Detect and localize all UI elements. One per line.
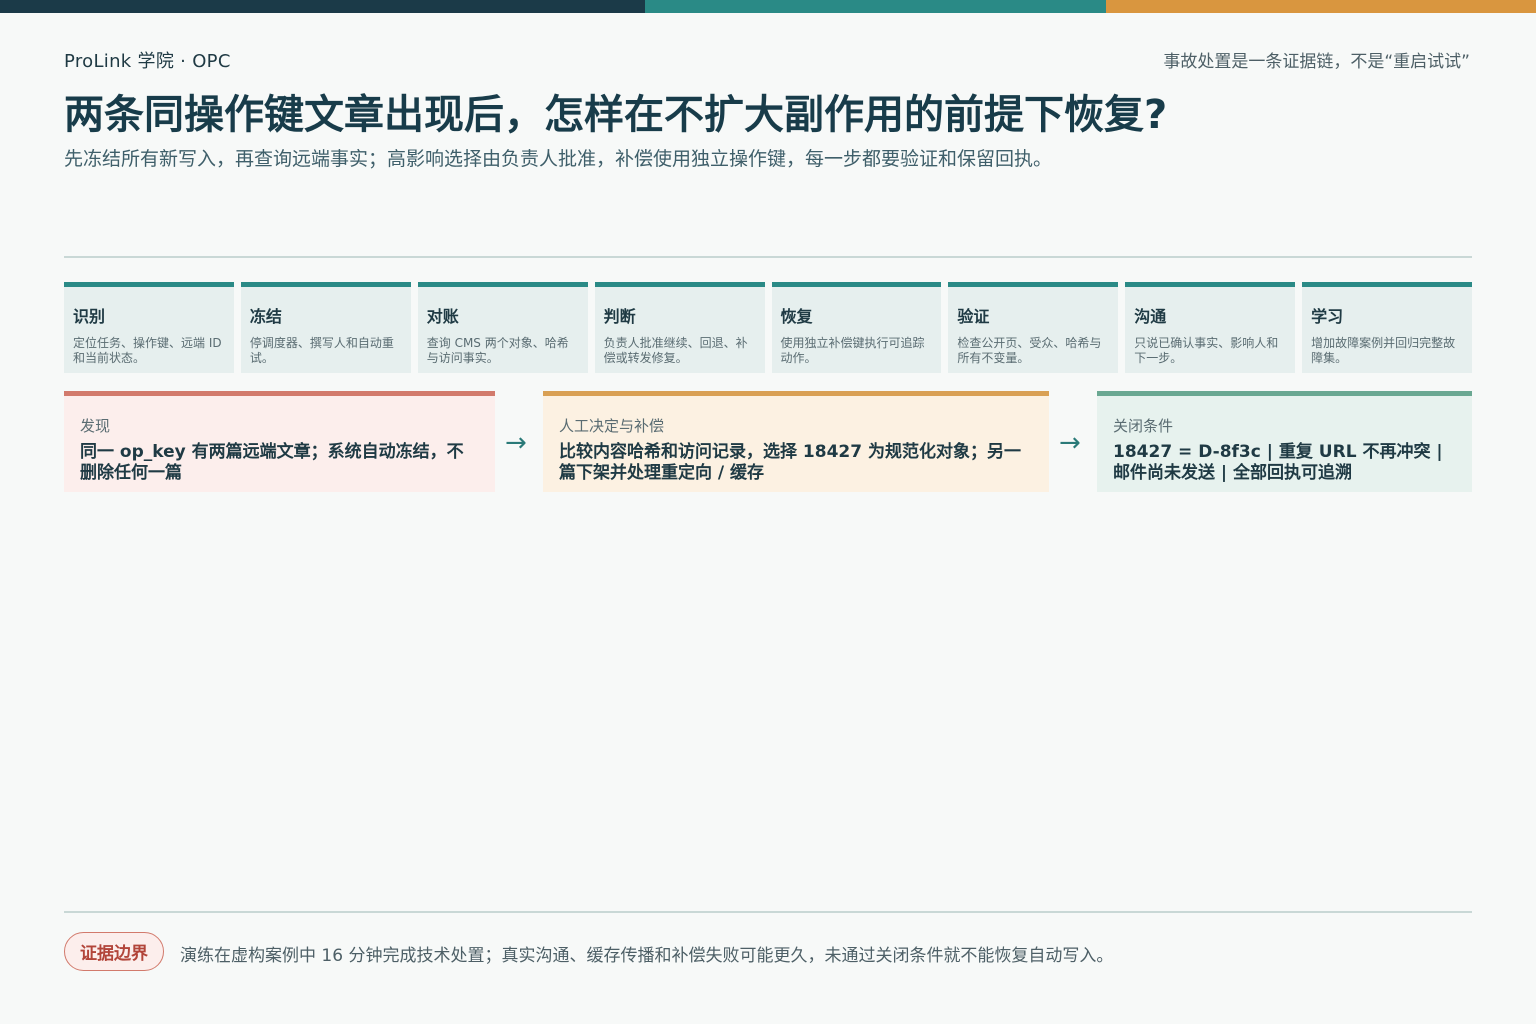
step-title: 对账 [426,307,459,326]
step-desc: 使用独立补偿键执行可追踪动作。 [780,336,925,365]
flow-label: 关闭条件 [1113,417,1174,435]
evidence-boundary-badge: 证据边界 [64,932,164,971]
flow-card-discovery: 发现 同一 op_key 有两篇远端文章；系统自动冻结，不删除任何一篇 [64,391,495,492]
step-card-recover: 恢复 使用独立补偿键执行可追踪动作。 [771,282,942,373]
step-card-identify: 识别 定位任务、操作键、远端 ID 和当前状态。 [64,282,234,373]
step-card-reconcile: 对账 查询 CMS 两个对象、哈希与访问事实。 [417,282,588,373]
step-title: 恢复 [780,307,813,326]
step-desc: 定位任务、操作键、远端 ID 和当前状态。 [73,336,222,365]
step-card-verify: 验证 检查公开页、受众、哈希与所有不变量。 [948,282,1119,373]
step-title: 学习 [1311,307,1344,326]
page-subtitle: 先冻结所有新写入，再查询远端事实；高影响选择由负责人批准，补偿使用独立操作键，每… [64,148,1053,170]
top-bar-segment-teal [645,0,1106,13]
arrow-right-icon: → [1059,428,1081,458]
step-title: 验证 [957,307,990,326]
step-title: 判断 [603,307,636,326]
step-card-communicate: 沟通 只说已确认事实、影响人和下一步。 [1125,282,1296,373]
flow-label: 人工决定与补偿 [559,417,665,435]
tagline: 事故处置是一条证据链，不是“重启试试” [1163,52,1470,72]
top-bar-segment-navy [0,0,645,13]
step-desc: 增加故障案例并回归完整故障集。 [1311,336,1456,365]
arrow-right-icon: → [505,428,527,458]
page-title: 两条同操作键文章出现后，怎样在不扩大副作用的前提下恢复? [64,92,1168,138]
footer-note: 演练在虚构案例中 16 分钟完成技术处置；真实沟通、缓存传播和补偿失败可能更久，… [180,946,1114,966]
step-desc: 停调度器、撰写人和自动重试。 [249,336,394,365]
step-title: 冻结 [249,307,282,326]
divider-bottom [64,911,1472,913]
flow-text: 比较内容哈希和访问记录，选择 18427 为规范化对象；另一篇下架并处理重定向 … [559,442,1021,483]
step-title: 沟通 [1134,307,1167,326]
process-steps: 识别 定位任务、操作键、远端 ID 和当前状态。 冻结 停调度器、撰写人和自动重… [64,282,1472,373]
flow-label: 发现 [80,417,111,435]
top-color-bar [0,0,1536,13]
step-desc: 负责人批准继续、回退、补偿或转发修复。 [603,336,748,365]
flow-text: 同一 op_key 有两篇远端文章；系统自动冻结，不删除任何一篇 [80,442,464,483]
step-desc: 只说已确认事实、影响人和下一步。 [1134,336,1279,365]
flow-card-decision: 人工决定与补偿 比较内容哈希和访问记录，选择 18427 为规范化对象；另一篇下… [543,391,1049,492]
flow-card-close-conditions: 关闭条件 18427 = D-8f3c | 重复 URL 不再冲突 | 邮件尚未… [1097,391,1472,492]
step-desc: 检查公开页、受众、哈希与所有不变量。 [957,336,1102,365]
step-title: 识别 [73,307,106,326]
divider-top [64,256,1472,258]
brand-label: ProLink 学院 · OPC [64,51,231,72]
step-desc: 查询 CMS 两个对象、哈希与访问事实。 [426,336,569,365]
step-card-freeze: 冻结 停调度器、撰写人和自动重试。 [240,282,411,373]
step-card-learn: 学习 增加故障案例并回归完整故障集。 [1302,282,1472,373]
flow-text: 18427 = D-8f3c | 重复 URL 不再冲突 | 邮件尚未发送 | … [1113,442,1443,483]
top-bar-segment-amber [1106,0,1536,13]
step-card-judge: 判断 负责人批准继续、回退、补偿或转发修复。 [594,282,765,373]
